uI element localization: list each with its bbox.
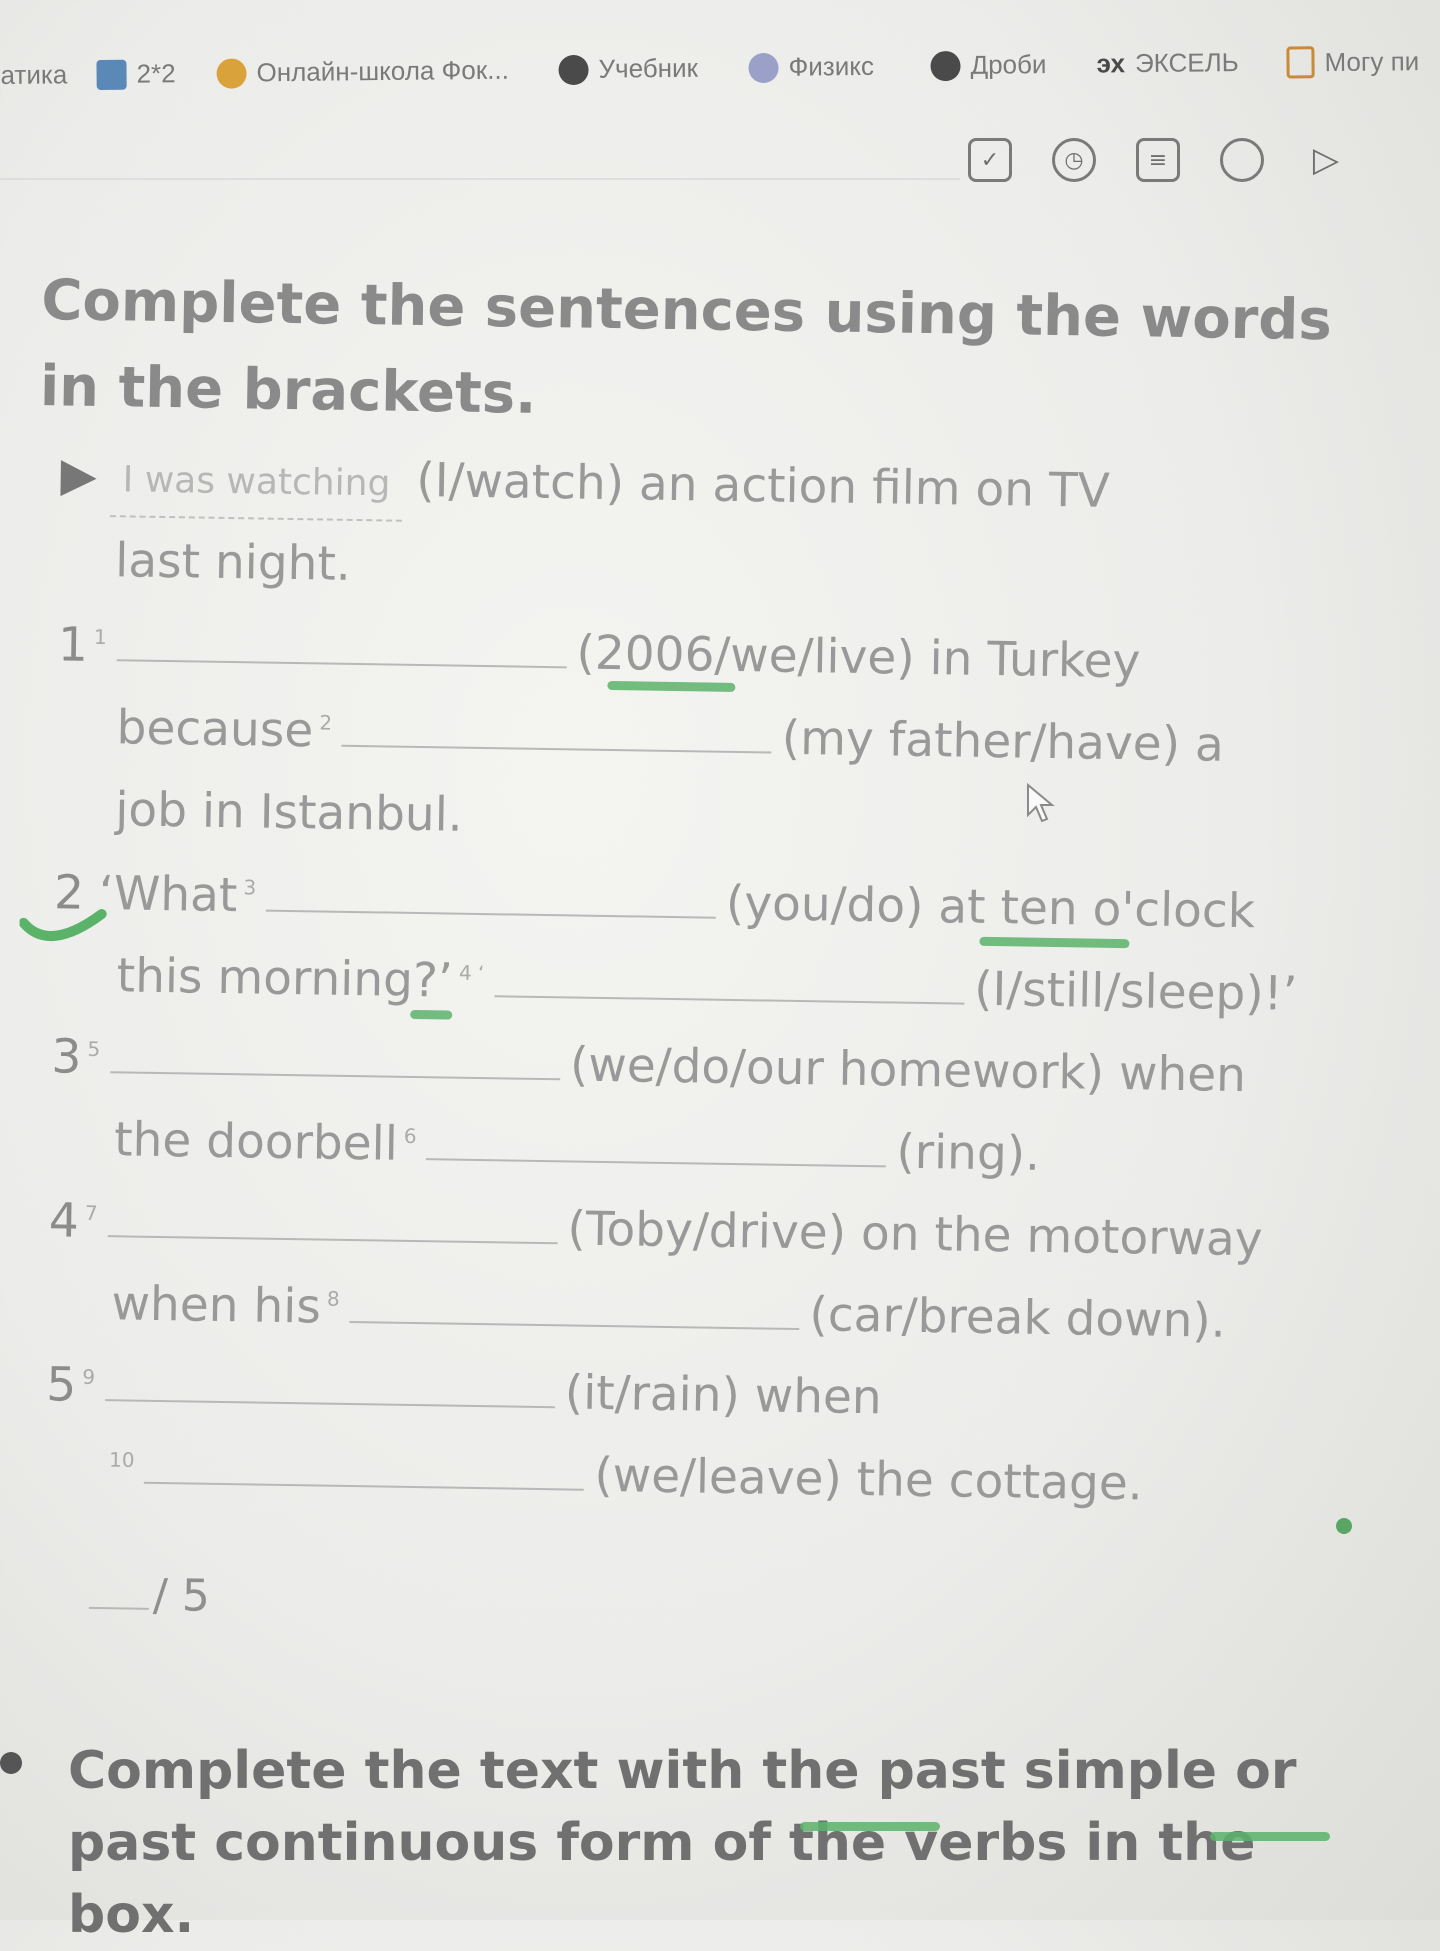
lead-text: because <box>116 700 314 759</box>
gap-number: 6 <box>403 1124 417 1149</box>
answer-blank-5[interactable] <box>109 1025 561 1081</box>
hint: (it/rain) when <box>564 1365 883 1426</box>
hint: (Toby/drive) on the motorway <box>567 1201 1264 1268</box>
hint: (my father/have) a <box>781 710 1225 773</box>
item-1-line-1: 1 1 (2006/we/live) in Turkey <box>57 610 1141 697</box>
status-dot <box>1336 1518 1352 1534</box>
gap-number: 7 <box>84 1201 98 1226</box>
hint: (we/do/our homework) when <box>569 1037 1247 1104</box>
hint: (car/break down). <box>809 1287 1227 1349</box>
play-bullet-icon: ▶ <box>60 447 98 503</box>
gap-number: 3 <box>243 875 257 900</box>
example-answer: I was watching <box>110 445 403 522</box>
hint: (we/leave) the cottage. <box>593 1447 1144 1512</box>
example-line: ▶ I was watching (I/watch) an action film … <box>60 440 1110 532</box>
example-hint: (I/watch) an action film on TV <box>415 452 1111 519</box>
hint: (ring). <box>896 1124 1041 1182</box>
score-blank[interactable] <box>88 1560 150 1610</box>
gap-number: 10 <box>108 1447 135 1472</box>
item-2-line-2: this morning?’ 4 ‘ (I/still/sleep)!’ <box>116 941 1298 1030</box>
item-5-line-2: 10 (we/leave) the cottage. <box>108 1433 1143 1519</box>
answer-blank-9[interactable] <box>104 1353 556 1409</box>
gap-number: 1 <box>93 625 107 650</box>
answer-blank-3[interactable] <box>265 863 717 919</box>
gap-number: 4 ‘ <box>458 961 485 986</box>
answer-blank-4[interactable] <box>494 949 965 1005</box>
mouse-cursor-icon <box>1027 783 1055 823</box>
score: / 5 <box>88 1560 211 1622</box>
lead-text: this morning?’ <box>116 948 454 1009</box>
item-2-line-1: 2 ‘What 3 (you/do) at ten o'clock <box>54 858 1256 947</box>
answer-blank-10[interactable] <box>144 1435 585 1491</box>
gap-number: 9 <box>82 1365 96 1390</box>
lead-text: the doorbell <box>113 1112 399 1172</box>
item-number: 5 <box>45 1357 77 1413</box>
hint: (I/still/sleep)!’ <box>973 961 1298 1022</box>
highlight-mark <box>410 1009 453 1020</box>
lead-text: when his <box>111 1276 322 1335</box>
gap-number: 5 <box>87 1037 101 1062</box>
item-1-continuation: job in Istanbul. <box>114 782 464 843</box>
example-continuation: last night. <box>114 533 352 592</box>
answer-blank-7[interactable] <box>107 1189 558 1245</box>
item-number: 4 <box>48 1193 80 1249</box>
item-number: 3 <box>51 1029 82 1085</box>
item-5-line-1: 5 9 (it/rain) when <box>46 1350 882 1433</box>
highlight-mark <box>979 936 1130 949</box>
hint: (you/do) at ten o'clock <box>725 875 1256 940</box>
exercise-title: Complete the sentences using the words i… <box>39 268 1333 427</box>
answer-blank-1[interactable] <box>116 613 568 669</box>
hint: (2006/we/live) in Turkey <box>576 625 1141 690</box>
item-3-line-2: the doorbell 6 (ring). <box>114 1105 1041 1190</box>
highlight-mark <box>1210 1832 1330 1841</box>
gap-number: 8 <box>326 1286 340 1312</box>
item-3-line-1: 3 5 (we/do/our homework) when <box>51 1022 1247 1111</box>
score-total: / 5 <box>152 1569 211 1622</box>
exercise-page: Complete the sentences using the words i… <box>0 0 1440 1942</box>
item-1-line-2: because 2 (my father/have) a <box>116 693 1224 780</box>
highlight-mark <box>607 680 736 692</box>
check-mark-icon <box>19 909 107 942</box>
item-4-line-1: 4 7 (Toby/drive) on the motorway <box>48 1186 1263 1275</box>
answer-blank-6[interactable] <box>426 1112 887 1168</box>
item-4-line-2: when his 8 (car/break down). <box>111 1269 1226 1356</box>
answer-blank-8[interactable] <box>349 1274 800 1331</box>
highlight-mark <box>800 1822 940 1831</box>
lead-text: ‘What <box>98 866 238 924</box>
gap-number: 2 <box>319 710 333 735</box>
next-exercise-title: Complete the text with the past simple o… <box>68 1741 1297 1945</box>
item-number: 1 <box>57 617 89 673</box>
section-bullet <box>0 1752 22 1774</box>
answer-blank-2[interactable] <box>341 698 773 754</box>
